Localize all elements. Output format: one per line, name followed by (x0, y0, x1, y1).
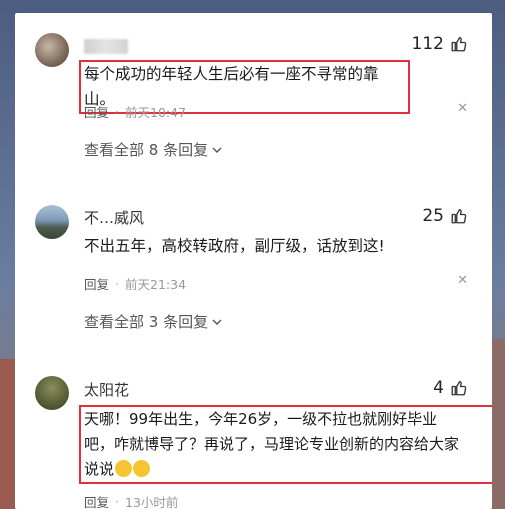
reply-button[interactable]: 回复 (84, 102, 109, 121)
avatar[interactable] (35, 33, 69, 67)
separator-dot: · (115, 104, 119, 119)
avatar[interactable] (35, 205, 69, 239)
close-icon[interactable]: ✕ (457, 101, 468, 116)
comment-meta: 回复 · 前天10:47 (84, 102, 186, 121)
like-count: 4 (433, 378, 444, 398)
separator-dot: · (115, 276, 119, 291)
username[interactable] (84, 37, 128, 55)
comment-text-line: 天哪！99年出生，今年26岁，一级不拉也就刚好毕业 (84, 410, 438, 428)
comment-panel: 112 每个成功的年轻人生后必有一座不寻常的靠山。 回复 · 前天10:47 ✕… (15, 13, 492, 509)
chevron-down-icon (212, 319, 222, 325)
username-text: 不…威风 (84, 209, 145, 227)
separator-dot: · (115, 494, 119, 509)
like-button[interactable]: 25 (422, 206, 468, 226)
username[interactable]: 不…威风 (84, 207, 144, 228)
username-text: 太阳花 (84, 381, 130, 399)
view-all-replies-button[interactable]: 查看全部 8 条回复 (84, 139, 222, 160)
laughing-emoji-icon (133, 460, 151, 477)
comment-text-line: 吧，咋就博导了？再说了，马理论专业创新的内容给大家 (84, 435, 460, 453)
timestamp: 13小时前 (125, 495, 179, 509)
view-all-replies-label: 查看全部 3 条回复 (84, 313, 209, 331)
username-redacted (84, 39, 128, 54)
comment-text-line-3: 说说 (84, 460, 115, 478)
chevron-down-icon (212, 147, 222, 153)
timestamp: 前天21:34 (125, 277, 187, 292)
view-all-replies-button[interactable]: 查看全部 3 条回复 (84, 311, 222, 332)
thumbs-up-icon (451, 209, 467, 224)
like-count: 25 (422, 206, 444, 226)
like-count: 112 (411, 34, 444, 54)
close-icon[interactable]: ✕ (457, 273, 468, 288)
timestamp: 前天10:47 (125, 105, 187, 120)
comment-meta: 回复 · 前天21:34 (84, 274, 186, 293)
comment-meta: 回复 · 13小时前 (84, 492, 178, 509)
comment-text-line: 说说 (84, 457, 492, 482)
like-button[interactable]: 112 (412, 34, 468, 54)
comment-text: 天哪！99年出生，今年26岁，一级不拉也就刚好毕业 吧，咋就博导了？再说了，马理… (79, 405, 492, 484)
reply-button[interactable]: 回复 (84, 274, 109, 293)
reply-button[interactable]: 回复 (84, 492, 109, 509)
laughing-emoji-icon (115, 460, 133, 477)
thumbs-up-icon (451, 37, 467, 52)
like-button[interactable]: 4 (433, 378, 468, 398)
comment-text: 不出五年，高校转政府，副厅级，话放到这! (84, 237, 385, 255)
view-all-replies-label: 查看全部 8 条回复 (84, 141, 209, 159)
avatar[interactable] (35, 376, 69, 410)
thumbs-up-icon (451, 381, 467, 396)
username[interactable]: 太阳花 (84, 379, 129, 400)
